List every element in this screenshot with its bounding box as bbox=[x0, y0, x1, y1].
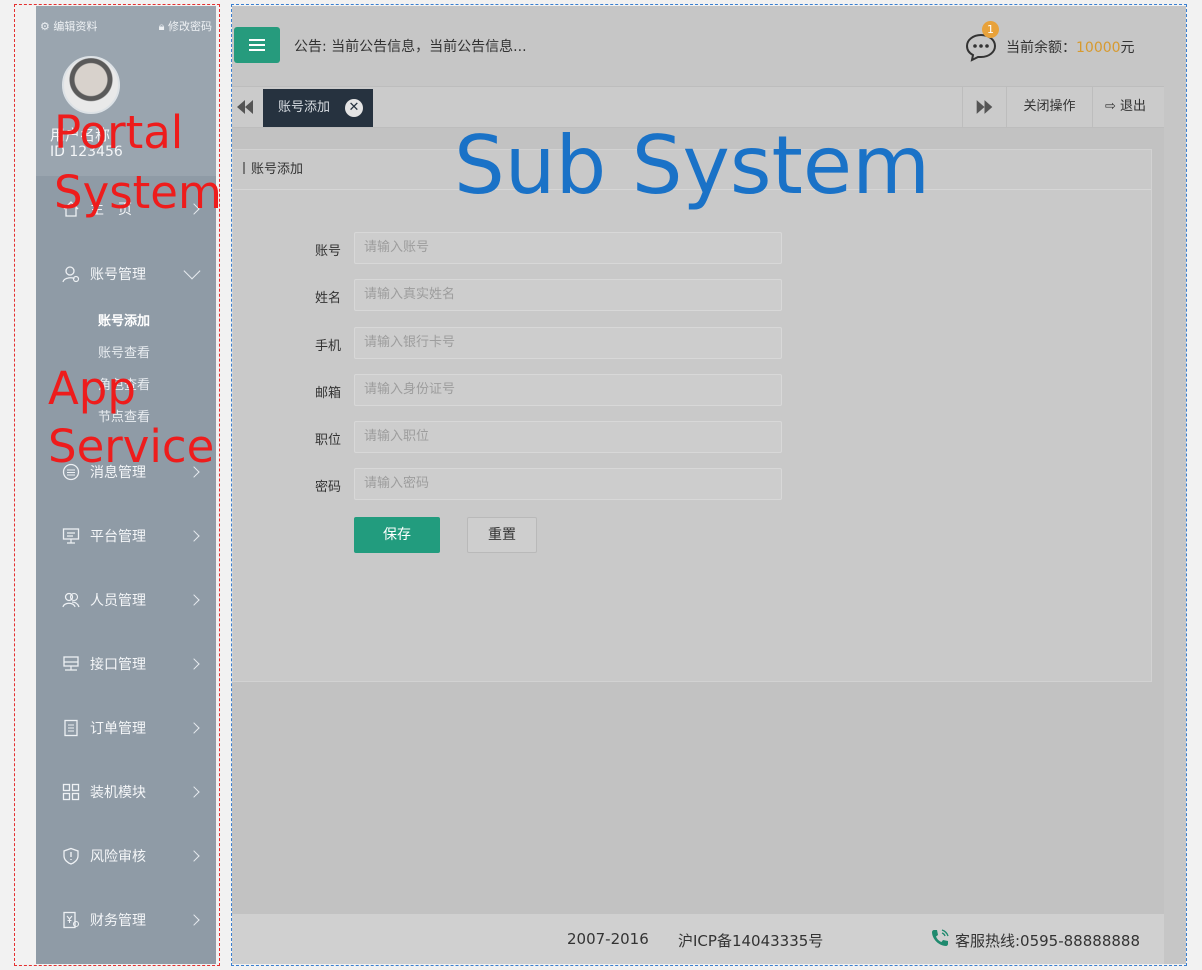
annotation-sub-system: Sub System bbox=[454, 119, 931, 212]
annotation-portal: Portal bbox=[54, 106, 184, 159]
annotation-service: Service bbox=[48, 420, 215, 473]
annotation-system: System bbox=[54, 166, 222, 219]
annotation-app: App bbox=[48, 362, 136, 415]
